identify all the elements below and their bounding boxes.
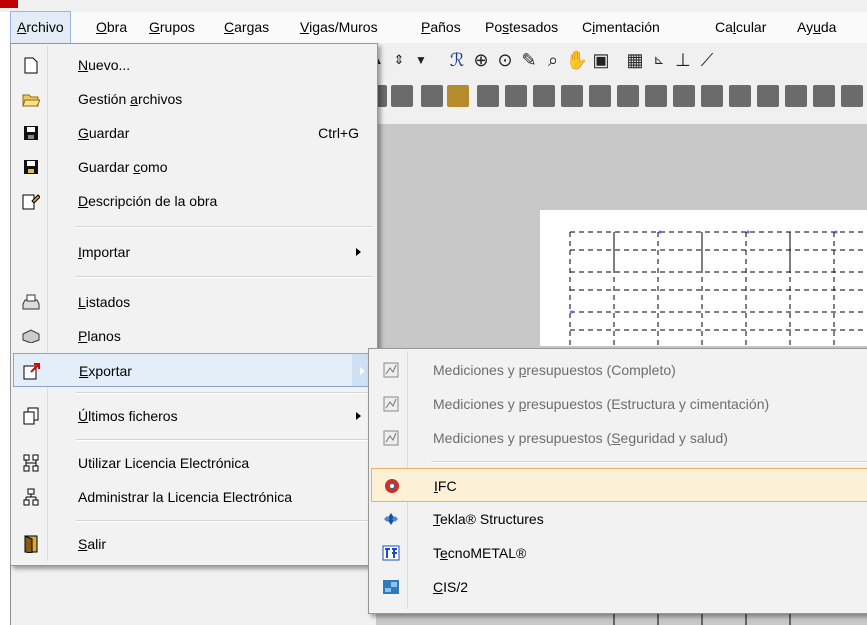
tool-icon-3[interactable] bbox=[421, 85, 443, 107]
new-file-icon bbox=[21, 55, 41, 75]
tool-icon-7[interactable] bbox=[533, 85, 555, 107]
license-admin-icon bbox=[21, 487, 41, 507]
menu-ayuda[interactable]: Ayuda bbox=[791, 12, 842, 43]
pan-hand-icon[interactable]: ✋ bbox=[565, 47, 589, 73]
menu-item-guardar[interactable]: Guardar Ctrl+G bbox=[13, 116, 375, 150]
app-title-mark bbox=[0, 0, 18, 8]
recent-files-icon bbox=[21, 406, 41, 426]
submenu-item-mediciones-seguridad[interactable]: Mediciones y presupuestos (Seguridad y s… bbox=[371, 421, 867, 455]
menu-separator bbox=[76, 520, 373, 522]
axis-base-icon[interactable]: ⊥ bbox=[671, 47, 695, 73]
menu-item-nuevo[interactable]: Nuevo... bbox=[13, 48, 375, 82]
tool-icon-6[interactable] bbox=[505, 85, 527, 107]
tool-icon-16[interactable] bbox=[785, 85, 807, 107]
archivo-menu: Nuevo... Gestión archivos Guardar Ctrl+G… bbox=[10, 43, 378, 566]
tool-icon-17[interactable] bbox=[813, 85, 835, 107]
export-icon bbox=[22, 361, 42, 381]
menu-item-guardar-como[interactable]: Guardar como bbox=[13, 150, 375, 184]
ifc-icon bbox=[382, 476, 402, 496]
menu-cimentacion[interactable]: Cimentación bbox=[576, 12, 666, 43]
chevron-down-icon[interactable]: ▼ bbox=[409, 47, 433, 73]
menu-grupos[interactable]: Grupos bbox=[143, 12, 201, 43]
submenu-arrow-icon bbox=[360, 367, 365, 375]
tool-icon-5[interactable] bbox=[477, 85, 499, 107]
menu-calcular[interactable]: Calcular bbox=[709, 12, 772, 43]
budget-icon bbox=[381, 360, 401, 380]
printer-icon bbox=[21, 292, 41, 312]
menu-separator bbox=[76, 276, 373, 278]
budget-icon bbox=[381, 428, 401, 448]
window-icon[interactable]: ▣ bbox=[589, 47, 613, 73]
tool-icon-12[interactable] bbox=[673, 85, 695, 107]
tool-icon-2[interactable] bbox=[391, 85, 413, 107]
menu-item-importar[interactable]: Importar bbox=[13, 235, 375, 269]
plotter-icon bbox=[21, 326, 41, 346]
menu-separator bbox=[76, 226, 373, 228]
menu-separator bbox=[76, 392, 373, 394]
menu-item-planos[interactable]: Planos bbox=[13, 319, 375, 353]
menubar: Archivo Obra Grupos Cargas Vigas/Muros P… bbox=[10, 11, 867, 44]
menu-separator bbox=[76, 439, 373, 441]
menu-panos[interactable]: Paños bbox=[415, 12, 467, 43]
menu-obra[interactable]: Obra bbox=[90, 12, 133, 43]
tool-icon-4[interactable] bbox=[447, 85, 469, 107]
shortcut-ctrl-g: Ctrl+G bbox=[318, 125, 359, 141]
menu-postesados[interactable]: Postesados bbox=[479, 12, 564, 43]
menu-item-salir[interactable]: Salir bbox=[13, 527, 375, 561]
menu-item-administrar-licencia[interactable]: Administrar la Licencia Electrónica bbox=[13, 480, 375, 514]
zoom-region-icon[interactable]: ℛ bbox=[445, 47, 469, 73]
submenu-separator bbox=[431, 461, 867, 463]
menu-item-utilizar-licencia[interactable]: Utilizar Licencia Electrónica bbox=[13, 446, 375, 480]
save-icon bbox=[21, 123, 41, 143]
cis2-icon bbox=[381, 577, 401, 597]
zoom-in-icon[interactable]: ⊕ bbox=[469, 47, 493, 73]
measure-icon[interactable]: ⟋ bbox=[695, 47, 719, 73]
menu-vigas-muros[interactable]: Vigas/Muros bbox=[294, 12, 384, 43]
edit-document-icon bbox=[21, 191, 41, 211]
tool-icon-18[interactable] bbox=[841, 85, 863, 107]
budget-icon bbox=[381, 394, 401, 414]
tool-icon-14[interactable] bbox=[729, 85, 751, 107]
binoculars-icon[interactable]: ▦ bbox=[623, 47, 647, 73]
window-top-strip bbox=[0, 0, 867, 12]
structure-grid-drawing bbox=[540, 210, 867, 346]
submenu-item-mediciones-estructura[interactable]: Mediciones y presupuestos (Estructura y … bbox=[371, 387, 867, 421]
tool-icon-8[interactable] bbox=[561, 85, 583, 107]
license-network-icon bbox=[21, 453, 41, 473]
axis-x-icon[interactable]: ⊾ bbox=[647, 47, 671, 73]
submenu-item-tecnometal[interactable]: TecnoMETAL® bbox=[371, 536, 867, 570]
menu-item-listados[interactable]: Listados bbox=[13, 285, 375, 319]
menu-item-descripcion-obra[interactable]: Descripción de la obra bbox=[13, 184, 375, 218]
tecnometal-icon bbox=[381, 543, 401, 563]
grid-lines bbox=[569, 230, 867, 346]
open-folder-icon bbox=[21, 89, 41, 109]
tool-icon-9[interactable] bbox=[589, 85, 611, 107]
tool-icon-13[interactable] bbox=[701, 85, 723, 107]
menu-archivo[interactable]: Archivo bbox=[10, 11, 71, 44]
menu-item-ultimos-ficheros[interactable]: Últimos ficheros bbox=[13, 399, 375, 433]
submenu-item-tekla[interactable]: Tekla® Structures bbox=[371, 502, 867, 536]
submenu-item-ifc[interactable]: IFC bbox=[371, 468, 867, 502]
exportar-submenu: Mediciones y presupuestos (Completo) Med… bbox=[368, 348, 867, 614]
tool-icon-15[interactable] bbox=[757, 85, 779, 107]
tool-icon-10[interactable] bbox=[617, 85, 639, 107]
menu-item-gestion-archivos[interactable]: Gestión archivos bbox=[13, 82, 375, 116]
menu-item-exportar[interactable]: Exportar bbox=[13, 353, 375, 387]
submenu-item-mediciones-completo[interactable]: Mediciones y presupuestos (Completo) bbox=[371, 353, 867, 387]
pencil-icon[interactable]: ✎ bbox=[517, 47, 541, 73]
exit-door-icon bbox=[21, 534, 41, 554]
submenu-arrow-icon bbox=[356, 412, 361, 420]
tekla-icon bbox=[381, 509, 401, 529]
move-icon[interactable]: ⇕ bbox=[387, 47, 411, 73]
zoom-x2-icon[interactable]: ⊙ bbox=[493, 47, 517, 73]
tool-icon-11[interactable] bbox=[645, 85, 667, 107]
zoom-window-icon[interactable]: ⌕ bbox=[541, 47, 565, 73]
menu-cargas[interactable]: Cargas bbox=[218, 12, 275, 43]
submenu-item-cis2[interactable]: CIS/2 bbox=[371, 570, 867, 604]
save-as-icon bbox=[21, 157, 41, 177]
submenu-arrow-icon bbox=[356, 248, 361, 256]
